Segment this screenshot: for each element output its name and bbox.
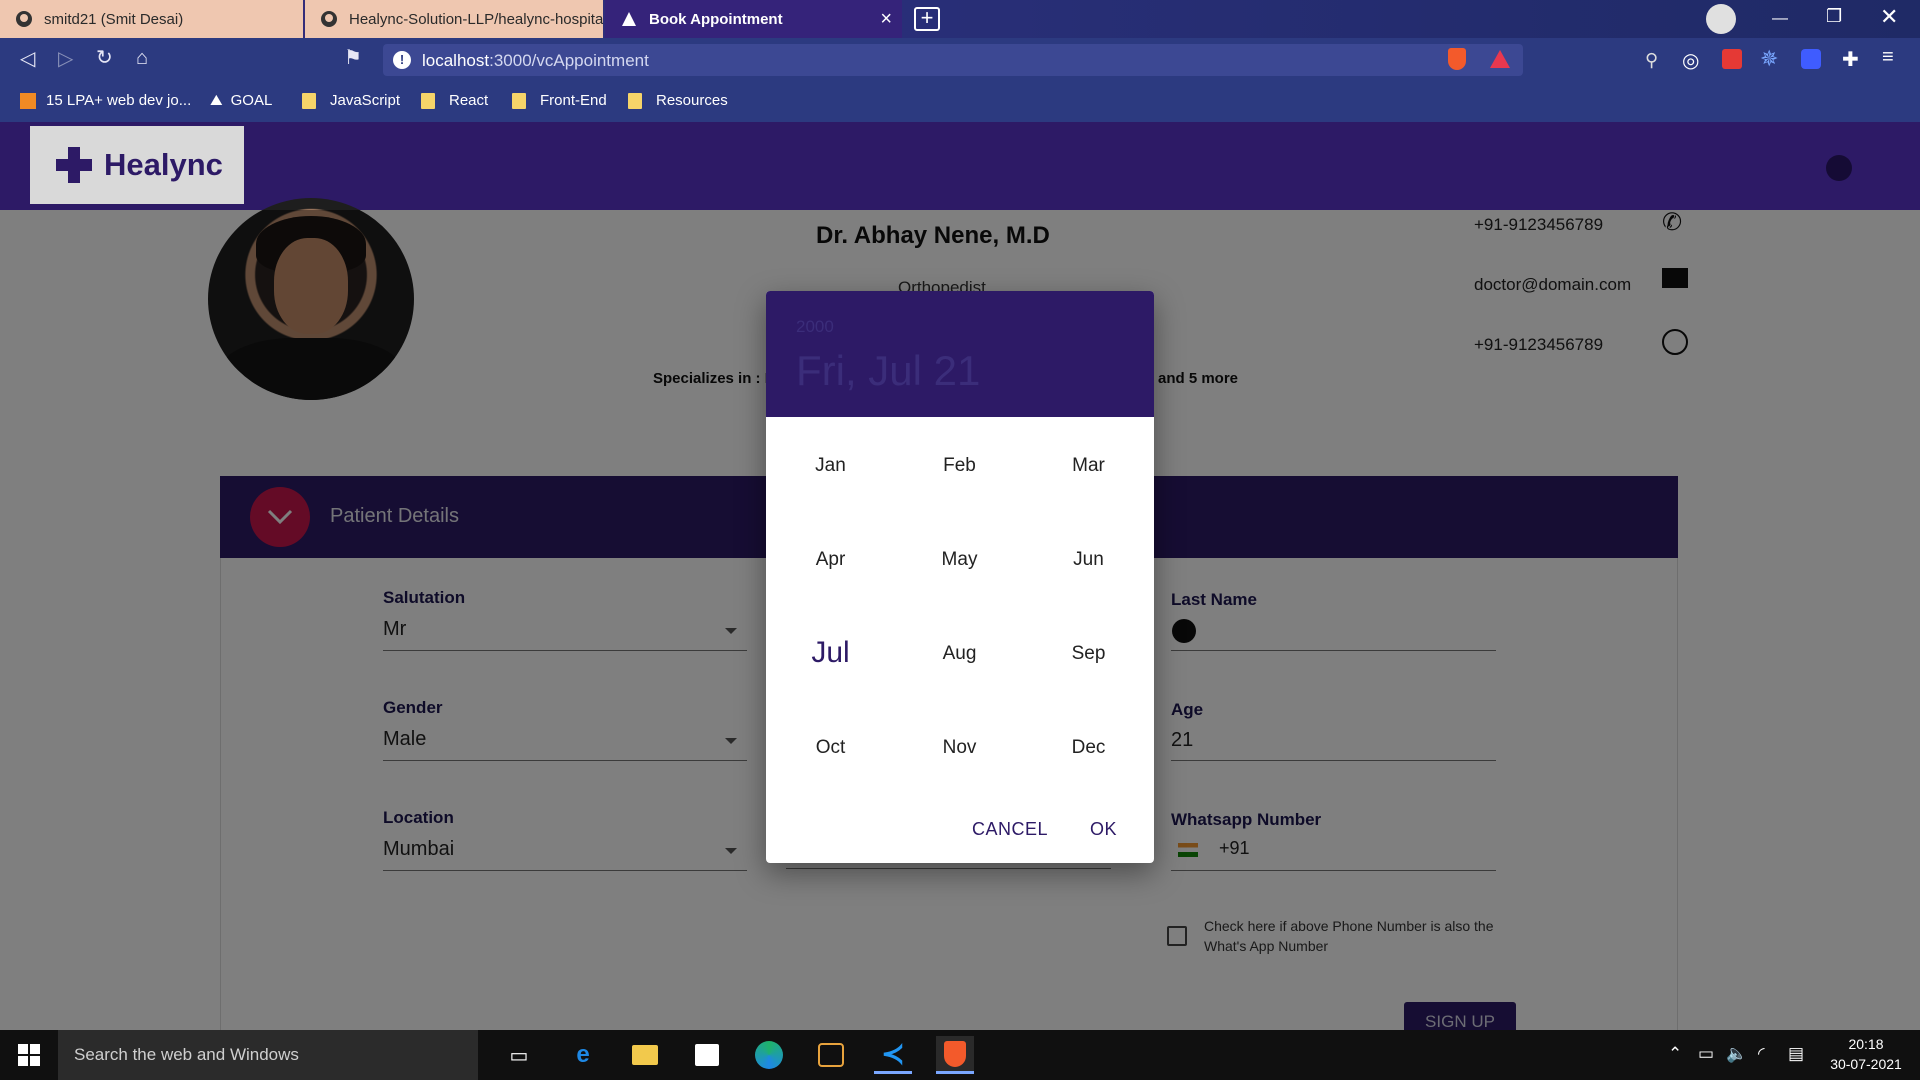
month-jul-selected[interactable]: Jul (766, 636, 895, 670)
app-logo[interactable]: Healync (30, 126, 244, 204)
folder-icon (512, 92, 526, 109)
site-info-icon[interactable]: ! (393, 51, 411, 69)
app-header (0, 122, 1920, 210)
rss-icon (20, 92, 36, 109)
edge-icon[interactable] (750, 1036, 788, 1074)
clock-time: 20:18 (1848, 1036, 1884, 1052)
back-icon[interactable]: ◁ (20, 48, 35, 70)
brave-icon[interactable] (936, 1036, 974, 1074)
terminal-icon[interactable] (812, 1036, 850, 1074)
reload-icon[interactable]: ↻ (96, 47, 113, 69)
month-dec[interactable]: Dec (1024, 737, 1153, 759)
taskbar-search-box[interactable]: Search the web and Windows (58, 1030, 478, 1080)
account-icon[interactable] (1826, 155, 1852, 181)
bookmark-javascript[interactable]: JavaScript (302, 92, 400, 109)
ok-button[interactable]: OK (1090, 819, 1117, 840)
year-display[interactable]: 2000 (796, 317, 834, 337)
medical-cross-icon (56, 147, 92, 183)
month-mar[interactable]: Mar (1024, 455, 1153, 477)
month-may[interactable]: May (895, 549, 1024, 571)
folder-icon (302, 92, 316, 109)
bookmark-icon[interactable]: ⚑ (344, 47, 362, 69)
vscode-icon[interactable]: ≺ (874, 1036, 912, 1074)
extension-icon[interactable] (1722, 49, 1742, 69)
month-apr[interactable]: Apr (766, 549, 895, 571)
tab-label: smitd21 (Smit Desai) (44, 10, 184, 28)
battery-icon[interactable]: ▭ (1698, 1044, 1714, 1064)
edge-legacy-icon[interactable]: e (564, 1036, 602, 1074)
month-jun[interactable]: Jun (1024, 549, 1153, 571)
url-text[interactable]: localhost:3000/vcAppointment (422, 51, 649, 71)
react-app-icon (619, 9, 639, 29)
forward-icon[interactable]: ▷ (58, 48, 73, 70)
home-icon[interactable]: ⌂ (136, 47, 148, 69)
cancel-button[interactable]: CANCEL (972, 819, 1048, 840)
extension-icon[interactable]: ⚲ (1645, 50, 1658, 71)
month-oct[interactable]: Oct (766, 737, 895, 759)
file-explorer-icon[interactable] (626, 1036, 664, 1074)
window-close-icon[interactable]: ✕ (1880, 4, 1898, 30)
github-icon (319, 9, 339, 29)
taskbar-clock[interactable]: 20:18 30-07-2021 (1818, 1034, 1914, 1074)
mountain-icon: ⛰ (210, 92, 223, 109)
brave-rewards-icon[interactable] (1490, 50, 1510, 68)
folder-icon (421, 92, 435, 109)
maximize-icon[interactable]: ❐ (1826, 6, 1842, 27)
bookmarks-bar (0, 82, 1920, 122)
bookmark-goal[interactable]: ⛰ GOAL (210, 92, 272, 109)
windows-start-icon[interactable] (18, 1044, 40, 1066)
month-sep[interactable]: Sep (1024, 643, 1153, 665)
close-icon[interactable]: × (880, 8, 892, 31)
clock-date: 30-07-2021 (1830, 1056, 1902, 1072)
tab-label: Book Appointment (649, 10, 783, 28)
brave-shield-icon[interactable] (1448, 48, 1466, 70)
date-picker-dialog: 2000 Fri, Jul 21 Jan Feb Mar Apr May Jun… (766, 291, 1154, 863)
tab-github-repo[interactable]: Healync-Solution-LLP/healync-hospita (305, 0, 603, 38)
month-feb[interactable]: Feb (895, 455, 1024, 477)
extension-icon[interactable]: ✵ (1760, 46, 1778, 72)
bookmark-15lpa[interactable]: 15 LPA+ web dev jo... (20, 92, 191, 109)
extension-icon[interactable] (1801, 49, 1821, 69)
bookmark-resources[interactable]: Resources (628, 92, 728, 109)
profile-menu-icon[interactable] (1706, 4, 1736, 34)
tab-book-appointment[interactable]: Book Appointment × (605, 0, 902, 38)
tray-chevron-icon[interactable]: ⌃ (1668, 1044, 1682, 1064)
selected-date-display[interactable]: Fri, Jul 21 (796, 347, 980, 395)
task-view-icon[interactable]: ▭ (500, 1036, 538, 1074)
puzzle-icon[interactable]: ✚ (1842, 47, 1859, 72)
bookmark-front-end[interactable]: Front-End (512, 92, 607, 109)
extension-icon[interactable]: ◎ (1682, 48, 1699, 73)
new-tab-button[interactable]: + (914, 7, 940, 31)
tab-github-profile[interactable]: smitd21 (Smit Desai) (0, 0, 303, 38)
menu-icon[interactable]: ≡ (1882, 46, 1894, 69)
github-icon (14, 9, 34, 29)
folder-icon (628, 92, 642, 109)
month-nov[interactable]: Nov (895, 737, 1024, 759)
wifi-icon[interactable]: ◜ (1758, 1044, 1765, 1064)
month-jan[interactable]: Jan (766, 455, 895, 477)
volume-icon[interactable]: 🔈 (1726, 1044, 1747, 1064)
notification-icon[interactable]: ▤ (1788, 1044, 1804, 1064)
minimize-icon[interactable]: — (1772, 10, 1788, 28)
bookmark-react[interactable]: React (421, 92, 488, 109)
tab-label: Healync-Solution-LLP/healync-hospita (349, 10, 603, 28)
month-aug[interactable]: Aug (895, 643, 1024, 665)
store-icon[interactable] (688, 1036, 726, 1074)
